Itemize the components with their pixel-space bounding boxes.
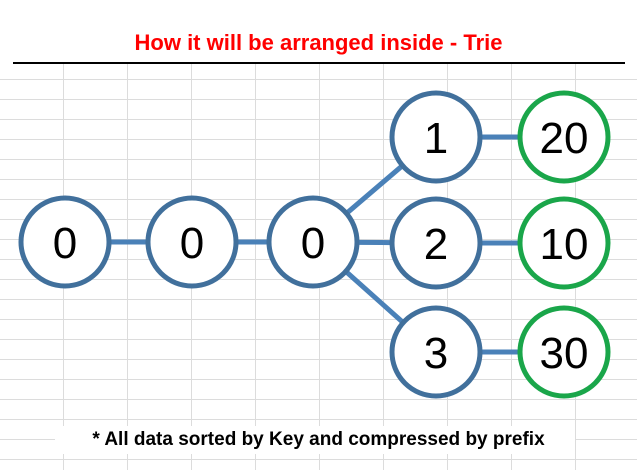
value-node-v3: 30 bbox=[517, 305, 611, 399]
node-label: 0 bbox=[301, 219, 325, 268]
node-label: 3 bbox=[424, 329, 448, 378]
key-node-n2: 0 bbox=[266, 195, 360, 289]
key-node-n4: 2 bbox=[389, 196, 483, 290]
key-node-n3: 1 bbox=[389, 90, 483, 184]
trie-diagram: 0 0 0 1 2 3 20 10 30 bbox=[18, 90, 611, 399]
trie-nodes: 0 0 0 1 2 3 20 10 30 bbox=[18, 90, 611, 399]
node-label: 0 bbox=[180, 219, 204, 268]
key-node-n0: 0 bbox=[18, 195, 112, 289]
node-label: 10 bbox=[540, 220, 589, 269]
value-node-v1: 20 bbox=[517, 90, 611, 184]
node-label: 1 bbox=[424, 114, 448, 163]
node-label: 20 bbox=[540, 114, 589, 163]
key-node-n1: 0 bbox=[145, 195, 239, 289]
node-label: 0 bbox=[53, 219, 77, 268]
footnote: * All data sorted by Key and compressed … bbox=[92, 429, 545, 450]
node-label: 30 bbox=[540, 329, 589, 378]
key-node-n5: 3 bbox=[389, 305, 483, 399]
edge-n2-n3 bbox=[343, 163, 406, 216]
node-label: 2 bbox=[424, 220, 448, 269]
value-node-v2: 10 bbox=[517, 196, 611, 290]
edge-n2-n5 bbox=[343, 268, 406, 326]
